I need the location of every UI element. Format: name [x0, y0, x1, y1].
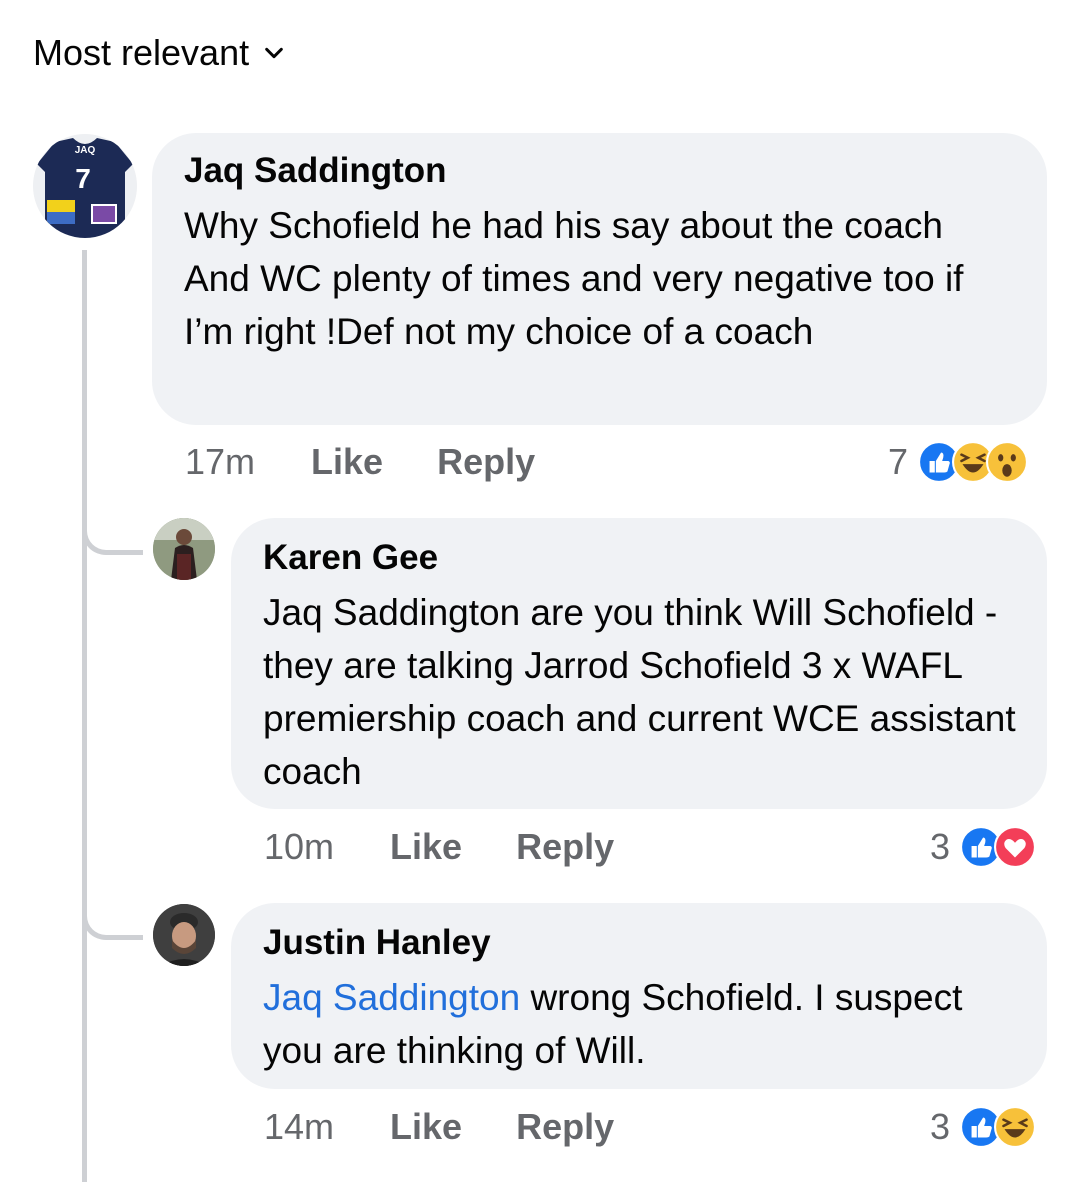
comment-author[interactable]: Jaq Saddington — [184, 149, 1017, 193]
avatar[interactable]: JAQ 7 — [33, 134, 137, 238]
chevron-down-icon — [265, 47, 283, 59]
comment-time[interactable]: 10m — [264, 826, 334, 868]
like-button[interactable]: Like — [390, 1106, 462, 1148]
reaction-count: 3 — [930, 1106, 951, 1147]
avatar[interactable] — [153, 904, 215, 966]
wow-icon — [986, 441, 1029, 483]
haha-icon — [994, 1106, 1037, 1148]
comment-author[interactable]: Karen Gee — [263, 536, 1017, 580]
comment-actions: 10m Like Reply — [264, 826, 668, 868]
comment-time[interactable]: 14m — [264, 1106, 334, 1148]
comment-bubble: Karen Gee Jaq Saddington are you think W… — [231, 518, 1047, 809]
comment-time[interactable]: 17m — [185, 441, 255, 483]
reaction-summary[interactable]: 3 — [930, 826, 1037, 868]
thread-line — [82, 250, 87, 1182]
comment-bubble: Justin Hanley Jaq Saddington wrong Schof… — [231, 903, 1047, 1089]
sort-dropdown[interactable]: Most relevant — [33, 32, 285, 74]
comment-text: Why Schofield he had his say about the c… — [184, 205, 964, 352]
sort-label: Most relevant — [33, 32, 250, 73]
jersey-text: JAQ — [75, 145, 96, 156]
thread-connector — [82, 885, 143, 940]
love-icon — [994, 826, 1037, 868]
reply-button[interactable]: Reply — [516, 1106, 614, 1148]
comment-author[interactable]: Justin Hanley — [263, 921, 1017, 965]
comment-text: Jaq Saddington are you think Will Schofi… — [263, 592, 1016, 792]
jersey-number: 7 — [75, 163, 91, 194]
thread-connector — [82, 500, 143, 555]
like-button[interactable]: Like — [390, 826, 462, 868]
comment-actions: 17m Like Reply — [185, 441, 589, 483]
comment-bubble: Jaq Saddington Why Schofield he had his … — [152, 133, 1047, 425]
reaction-count: 7 — [888, 441, 909, 482]
jersey-icon: JAQ 7 — [33, 134, 137, 238]
reply-button[interactable]: Reply — [516, 826, 614, 868]
profile-photo-icon — [153, 518, 215, 580]
profile-photo-icon — [153, 904, 215, 966]
avatar[interactable] — [153, 518, 215, 580]
like-button[interactable]: Like — [311, 441, 383, 483]
comment-actions: 14m Like Reply — [264, 1106, 668, 1148]
mention-link[interactable]: Jaq Saddington — [263, 977, 520, 1018]
reply-button[interactable]: Reply — [437, 441, 535, 483]
reaction-summary[interactable]: 3 — [930, 1106, 1037, 1148]
reaction-summary[interactable]: 7 — [888, 441, 1029, 483]
reaction-count: 3 — [930, 826, 951, 867]
comment-text: Jaq Saddington wrong Schofield. I suspec… — [263, 971, 1017, 1077]
